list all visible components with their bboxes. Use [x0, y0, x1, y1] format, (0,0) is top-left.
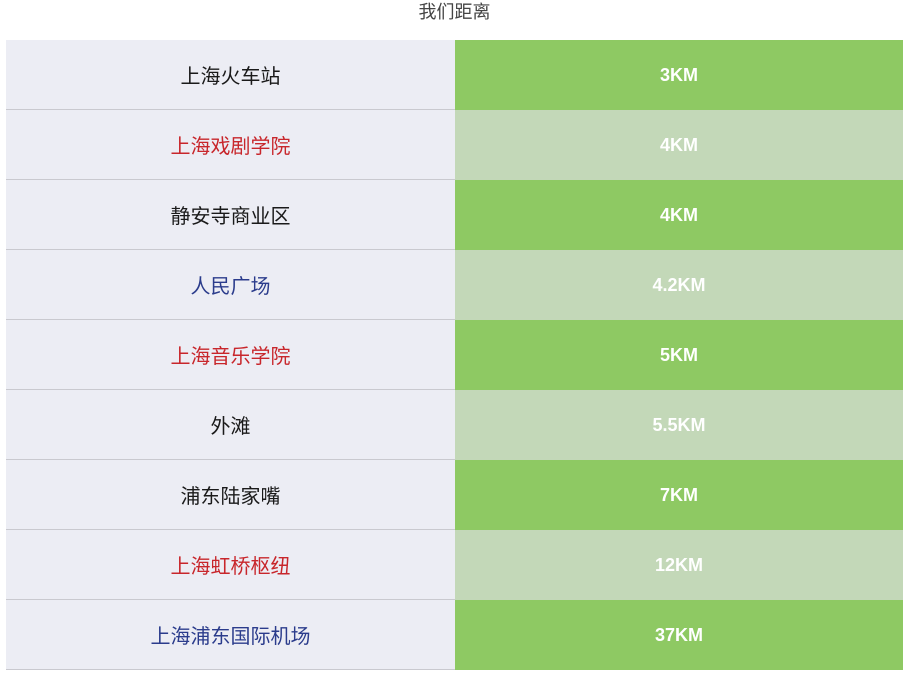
- location-name: 上海虹桥枢纽: [6, 530, 455, 600]
- distance-value: 5KM: [455, 320, 903, 390]
- distance-table: 上海火车站 3KM 上海戏剧学院 4KM 静安寺商业区 4KM 人民广场 4.2…: [6, 40, 903, 670]
- distance-value: 12KM: [455, 530, 903, 600]
- location-name: 静安寺商业区: [6, 180, 455, 250]
- location-name: 上海戏剧学院: [6, 110, 455, 180]
- location-name: 上海音乐学院: [6, 320, 455, 390]
- table-row: 人民广场 4.2KM: [6, 250, 903, 320]
- location-name: 浦东陆家嘴: [6, 460, 455, 530]
- distance-value: 4.2KM: [455, 250, 903, 320]
- page-title: 我们距离: [418, 2, 491, 23]
- location-name: 外滩: [6, 390, 455, 460]
- table-row: 静安寺商业区 4KM: [6, 180, 903, 250]
- location-name: 上海浦东国际机场: [6, 600, 455, 670]
- table-row: 上海火车站 3KM: [6, 40, 903, 110]
- table-row: 外滩 5.5KM: [6, 390, 903, 460]
- table-row: 上海浦东国际机场 37KM: [6, 600, 903, 670]
- distance-value: 4KM: [455, 110, 903, 180]
- table-row: 上海虹桥枢纽 12KM: [6, 530, 903, 600]
- location-name: 人民广场: [6, 250, 455, 320]
- distance-value: 7KM: [455, 460, 903, 530]
- distance-value: 5.5KM: [455, 390, 903, 460]
- table-row: 上海戏剧学院 4KM: [6, 110, 903, 180]
- location-name: 上海火车站: [6, 40, 455, 110]
- table-row: 浦东陆家嘴 7KM: [6, 460, 903, 530]
- distance-value: 4KM: [455, 180, 903, 250]
- distance-value: 37KM: [455, 600, 903, 670]
- distance-value: 3KM: [455, 40, 903, 110]
- table-row: 上海音乐学院 5KM: [6, 320, 903, 390]
